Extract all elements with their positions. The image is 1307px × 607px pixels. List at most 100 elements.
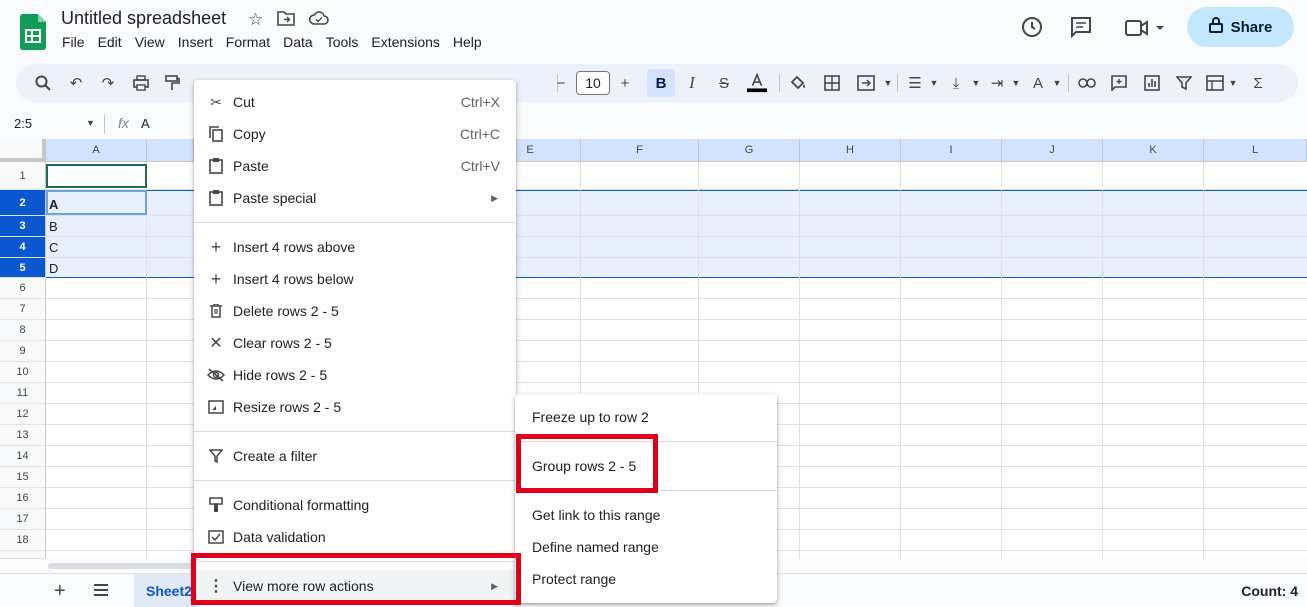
column-header-l[interactable]: L [1204,139,1307,162]
select-all-corner[interactable] [0,139,46,162]
submenu-define-named-range[interactable]: Define named range [532,539,659,555]
menu-item-insert-rows-above[interactable]: + Insert 4 rows above [194,231,516,263]
cell-a2[interactable]: A [49,197,58,212]
row-header-11[interactable]: 11 [0,383,46,404]
menu-help[interactable]: Help [453,34,488,50]
menu-item-paste[interactable]: Paste Ctrl+V [194,150,516,182]
menu-item-copy[interactable]: Copy Ctrl+C [194,118,516,150]
column-header-b[interactable] [147,139,194,162]
text-rotation-icon[interactable]: A [1028,73,1048,93]
search-menus-icon[interactable] [33,73,53,93]
bold-button[interactable]: B [647,69,675,97]
row-header-3[interactable]: 3 [0,216,46,237]
menu-tools[interactable]: Tools [326,34,365,50]
insert-chart-icon[interactable] [1142,73,1162,93]
horizontal-align-icon[interactable]: ☰ [905,73,925,93]
row-header-19[interactable] [0,551,46,559]
menu-item-resize-rows[interactable]: Resize rows 2 - 5 [194,391,516,423]
row-header-6[interactable]: 6 [0,278,46,299]
menu-item-paste-special[interactable]: Paste special ▶ [194,182,516,214]
menu-data[interactable]: Data [283,34,319,50]
menu-item-create-filter[interactable]: Create a filter [194,440,516,472]
submenu-protect-range[interactable]: Protect range [532,571,616,587]
menu-extensions[interactable]: Extensions [371,34,445,50]
row-header-7[interactable]: 7 [0,299,46,320]
comments-icon[interactable] [1070,16,1092,43]
text-rotation-dropdown-icon[interactable]: ▼ [1047,73,1067,93]
move-folder-icon[interactable] [277,10,296,31]
increase-font-size-icon[interactable]: + [615,73,635,93]
sheet-tab-active[interactable]: Sheet2 [134,574,194,607]
undo-icon[interactable]: ↶ [66,73,86,93]
row-header-4[interactable]: 4 [0,237,46,258]
vertical-align-dropdown-icon[interactable]: ▼ [966,73,986,93]
cell-a4[interactable]: C [49,240,58,255]
row-header-13[interactable]: 13 [0,425,46,446]
document-title[interactable]: Untitled spreadsheet [61,8,226,29]
submenu-get-link[interactable]: Get link to this range [532,507,660,523]
share-button[interactable]: Share [1187,7,1294,47]
cloud-status-icon[interactable] [309,10,330,31]
font-size-input[interactable]: 10 [576,71,610,95]
sheets-logo-icon[interactable] [20,14,46,50]
filter-views-icon[interactable] [1205,73,1225,93]
column-header-f[interactable]: F [581,139,699,162]
menu-insert[interactable]: Insert [178,34,219,50]
row-header-10[interactable]: 10 [0,362,46,383]
menu-item-hide-rows[interactable]: Hide rows 2 - 5 [194,359,516,391]
merge-dropdown-icon[interactable]: ▼ [878,73,898,93]
formula-input[interactable]: A [141,116,150,131]
menu-view[interactable]: View [135,34,171,50]
row-header-2[interactable]: 2 [0,190,46,216]
paint-format-icon[interactable] [162,73,182,93]
active-cell-a1[interactable] [46,164,147,188]
row-header-12[interactable]: 12 [0,404,46,425]
borders-icon[interactable] [822,73,842,93]
redo-icon[interactable]: ↷ [98,73,118,93]
italic-icon[interactable]: I [682,73,702,93]
row-header-14[interactable]: 14 [0,446,46,467]
version-history-icon[interactable] [1020,15,1044,44]
fill-color-icon[interactable] [788,73,808,93]
row-header-17[interactable]: 17 [0,509,46,530]
menu-item-clear-rows[interactable]: ✕ Clear rows 2 - 5 [194,327,516,359]
star-icon[interactable]: ☆ [248,10,263,31]
vertical-align-icon[interactable]: ⤓ [946,73,966,93]
column-header-j[interactable]: J [1002,139,1103,162]
insert-link-icon[interactable] [1077,73,1097,93]
all-sheets-icon[interactable] [93,583,109,602]
functions-icon[interactable]: Σ [1248,73,1268,93]
status-count[interactable]: Count: 4 [1241,583,1298,599]
merge-cells-icon[interactable] [856,73,876,93]
horizontal-align-dropdown-icon[interactable]: ▼ [924,73,944,93]
menu-edit[interactable]: Edit [98,34,128,50]
filter-views-dropdown-icon[interactable]: ▼ [1223,73,1243,93]
column-header-g[interactable]: G [699,139,800,162]
menu-item-cut[interactable]: ✂ Cut Ctrl+X [194,86,516,118]
submenu-freeze-up-to-row[interactable]: Freeze up to row 2 [532,409,649,425]
cell-a3[interactable]: B [49,219,58,234]
insert-comment-icon[interactable] [1109,73,1129,93]
column-header-i[interactable]: I [901,139,1002,162]
menu-item-insert-rows-below[interactable]: + Insert 4 rows below [194,263,516,295]
menu-item-delete-rows[interactable]: Delete rows 2 - 5 [194,295,516,327]
row-header-15[interactable]: 15 [0,467,46,488]
strikethrough-icon[interactable]: S [714,73,734,93]
menu-item-conditional-formatting[interactable]: Conditional formatting [194,489,516,521]
column-header-h[interactable]: H [800,139,901,162]
menu-item-data-validation[interactable]: Data validation [194,521,516,553]
text-wrapping-icon[interactable]: ⇥ [987,73,1007,93]
text-color-icon[interactable] [747,72,767,93]
add-sheet-icon[interactable]: + [54,580,66,603]
column-header-a[interactable]: A [46,139,147,162]
row-header-18[interactable]: 18 [0,530,46,551]
print-icon[interactable] [131,73,151,93]
row-header-9[interactable]: 9 [0,341,46,362]
text-wrapping-dropdown-icon[interactable]: ▼ [1006,73,1026,93]
cell-a5[interactable]: D [49,261,58,276]
create-filter-icon[interactable] [1174,73,1194,93]
row-header-8[interactable]: 8 [0,320,46,341]
name-box-dropdown-icon[interactable]: ▼ [86,118,95,128]
row-header-5[interactable]: 5 [0,258,46,278]
column-header-k[interactable]: K [1103,139,1204,162]
